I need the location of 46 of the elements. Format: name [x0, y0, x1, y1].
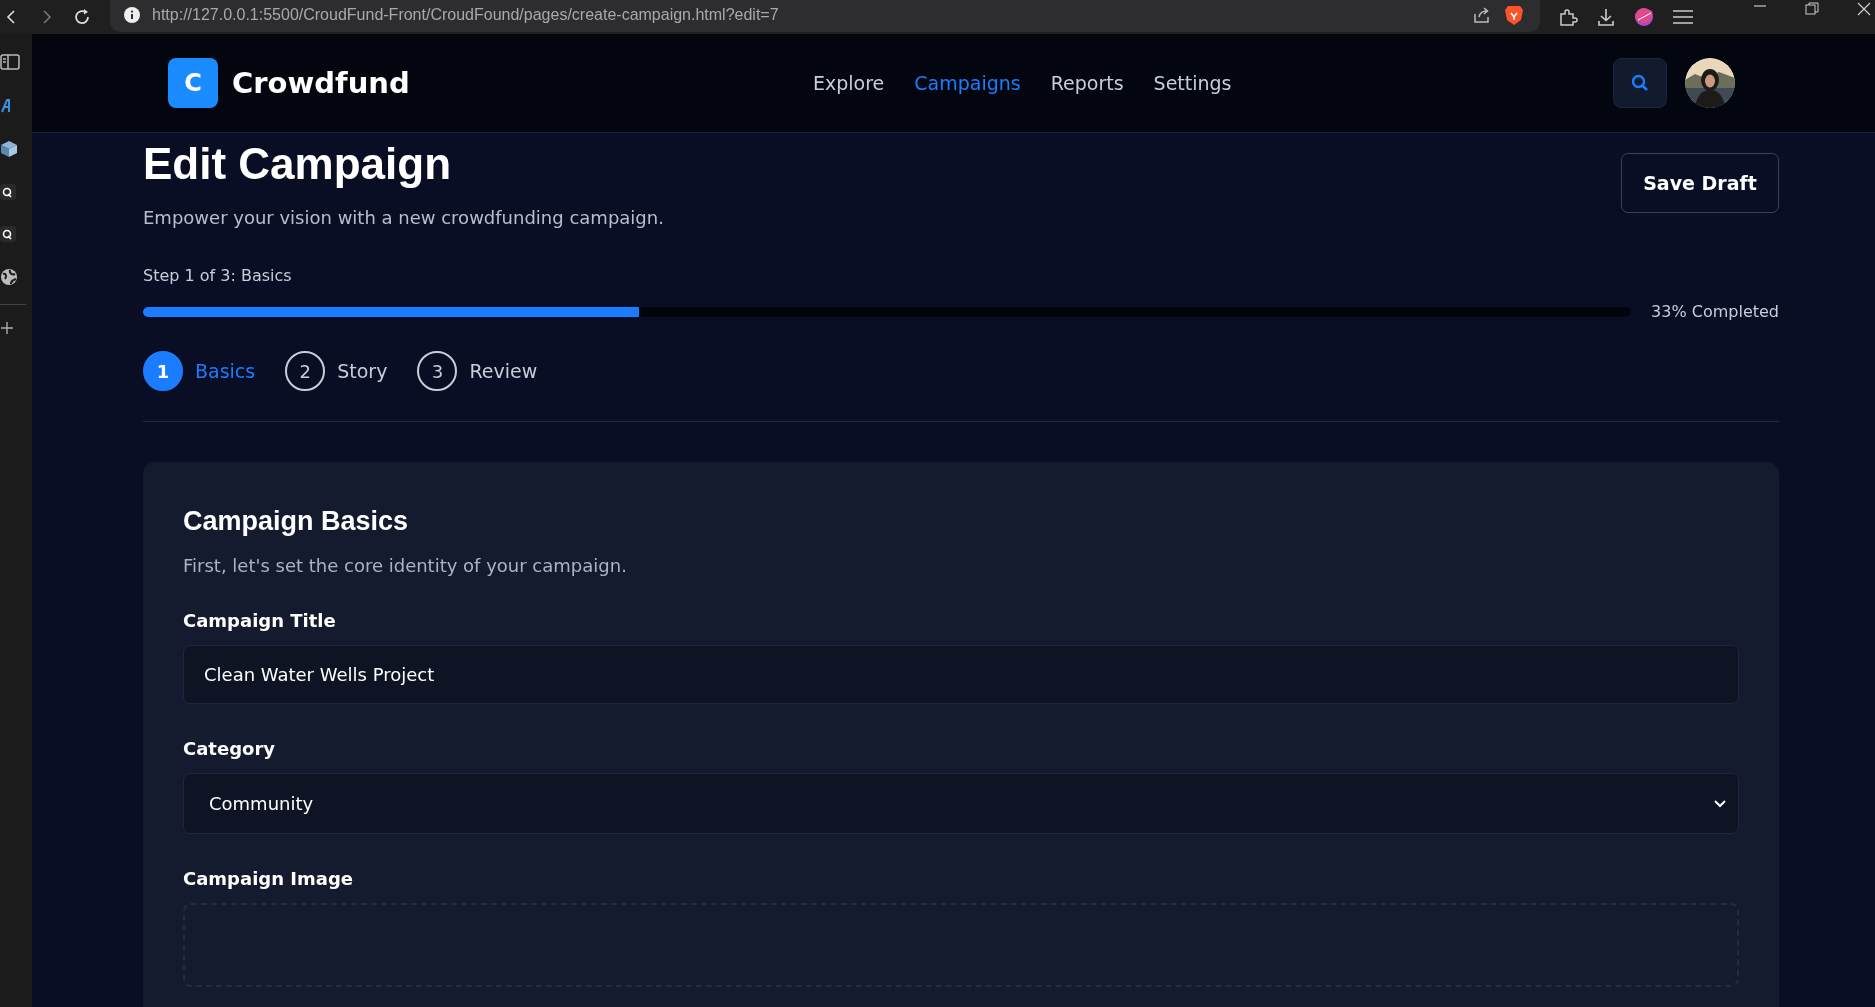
- step-label: Basics: [195, 360, 256, 382]
- cube-icon[interactable]: [0, 140, 18, 158]
- step-label: Review: [469, 360, 538, 382]
- card-subtitle: First, let's set the core identity of your campaign.: [183, 555, 628, 576]
- brand-name[interactable]: Crowdfund: [232, 66, 410, 100]
- globe-icon[interactable]: [0, 268, 18, 286]
- search-button[interactable]: [1613, 58, 1667, 108]
- profile-orb-icon[interactable]: [1634, 7, 1654, 27]
- field-label: Category: [183, 738, 277, 759]
- sidebar-panel-icon[interactable]: [0, 52, 20, 72]
- q-app-icon[interactable]: [0, 226, 16, 242]
- share-icon[interactable]: [1472, 5, 1492, 25]
- page-title: Edit Campaign: [143, 139, 453, 189]
- category-select[interactable]: Community: [183, 773, 1739, 834]
- reload-icon[interactable]: [72, 7, 92, 27]
- nav-link[interactable]: Explore: [813, 72, 885, 94]
- page-subtitle: Empower your vision with a new crowdfunding campaign.: [143, 207, 664, 228]
- step-tab[interactable]: 2 Story: [285, 351, 388, 391]
- info-icon: [124, 7, 140, 23]
- card-title: Campaign Basics: [183, 506, 410, 537]
- puzzle-icon[interactable]: [1558, 7, 1578, 27]
- address-bar[interactable]: http://127.0.0.1:5500/CroudFund-Front/CroudFound/pages/create-campaign.html?edit=7: [110, 0, 1540, 32]
- close-icon[interactable]: [1857, 2, 1871, 16]
- nav-link[interactable]: Settings: [1153, 72, 1232, 94]
- nav-link[interactable]: Campaigns: [914, 72, 1021, 94]
- step-label: Step 1 of 3: Basics: [143, 266, 293, 285]
- nav-link[interactable]: Reports: [1050, 72, 1124, 94]
- progress-reading: 33% Completed: [1651, 302, 1779, 321]
- step-tab[interactable]: 1 Basics: [143, 351, 256, 391]
- save-draft-button[interactable]: Save Draft: [1621, 153, 1779, 213]
- q-app-icon[interactable]: [0, 184, 16, 200]
- field-label: Campaign Image: [183, 868, 354, 889]
- add-icon[interactable]: [0, 321, 14, 335]
- download-icon[interactable]: [1596, 7, 1616, 27]
- step-number: 3: [417, 351, 458, 391]
- url-text: http://127.0.0.1:5500/CroudFund-Front/CroudFound/pages/create-campaign.html?edit=7: [152, 6, 779, 24]
- step-number: 1: [143, 351, 183, 391]
- field-label: Campaign Title: [183, 610, 337, 631]
- step-tab[interactable]: 3 Review: [417, 351, 538, 391]
- step-number: 2: [285, 351, 326, 391]
- chevron-icon: [1714, 799, 1726, 808]
- menu-icon[interactable]: [1672, 8, 1694, 26]
- step-label: Story: [337, 360, 388, 382]
- search-icon: [1630, 73, 1650, 93]
- restore-icon[interactable]: [1805, 2, 1819, 16]
- title-input[interactable]: Clean Water Wells Project: [183, 645, 1739, 704]
